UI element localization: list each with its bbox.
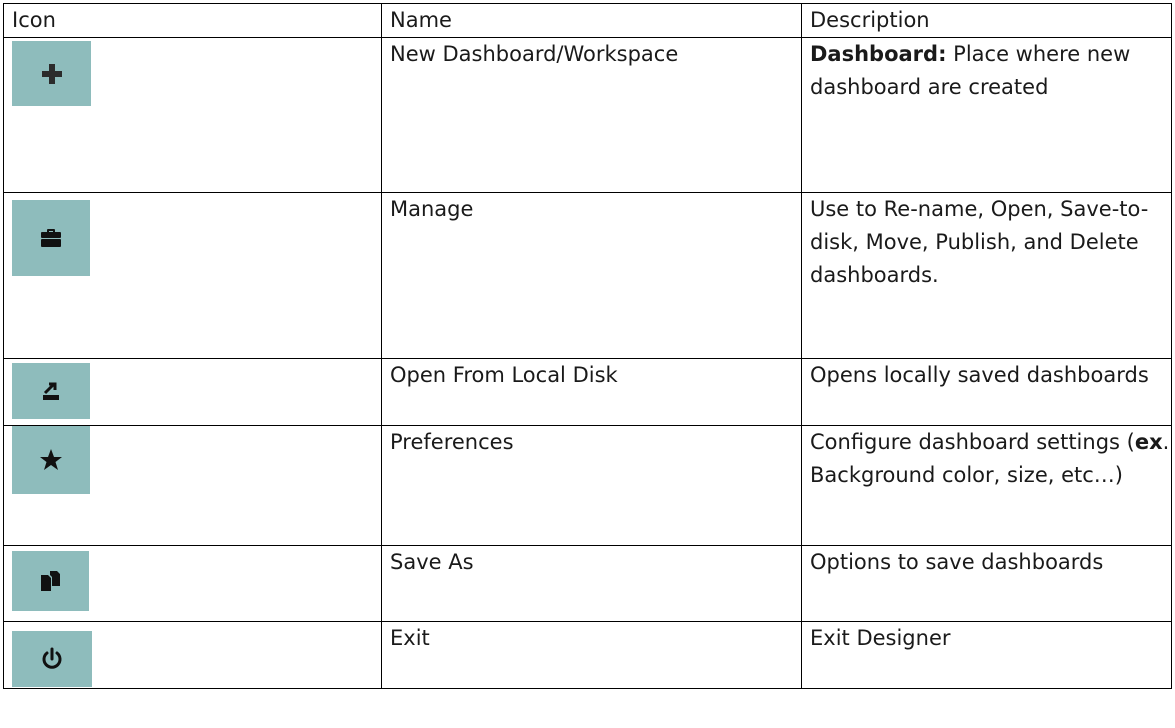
icon-cell [3, 358, 382, 426]
table-row: Open From Local Disk Opens locally saved… [3, 358, 1172, 426]
row-description: Configure dashboard settings (ex. Backgr… [801, 425, 1172, 546]
row-name: Exit [381, 621, 802, 689]
open-from-disk-button[interactable] [12, 363, 90, 419]
icon-cell [3, 37, 382, 193]
desc-prefix: Configure dashboard settings ( [810, 430, 1135, 454]
save-as-button[interactable] [12, 551, 89, 611]
icon-cell [3, 545, 382, 622]
header-description: Description [801, 3, 1172, 38]
row-name: Manage [381, 192, 802, 359]
row-description: Use to Re-name, Open, Save-to-disk, Move… [801, 192, 1172, 359]
row-name: Open From Local Disk [381, 358, 802, 426]
row-name: Save As [381, 545, 802, 622]
table-row: Exit Exit Designer [3, 621, 1172, 689]
row-description: Exit Designer [801, 621, 1172, 689]
icon-reference-table: Icon Name Description New Dashboard/Work… [3, 3, 1172, 689]
new-dashboard-button[interactable] [12, 41, 91, 106]
table-header-row: Icon Name Description [3, 3, 1172, 38]
power-icon [42, 647, 62, 669]
row-description: Opens locally saved dashboards [801, 358, 1172, 426]
copy-files-icon [40, 571, 60, 591]
desc-bold-label: ex [1134, 430, 1163, 454]
star-icon [40, 449, 62, 470]
row-name: Preferences [381, 425, 802, 546]
icon-cell [3, 192, 382, 359]
desc-bold-label: Dashboard: [810, 42, 947, 66]
table-row: Save As Options to save dashboards [3, 545, 1172, 622]
icon-cell [3, 425, 382, 546]
row-description: Dashboard: Place where new dashboard are… [801, 37, 1172, 193]
header-icon: Icon [3, 3, 382, 38]
manage-button[interactable] [12, 200, 90, 276]
icon-cell [3, 621, 382, 689]
header-name: Name [381, 3, 802, 38]
exit-button[interactable] [12, 631, 92, 687]
briefcase-icon [41, 229, 61, 247]
row-description: Options to save dashboards [801, 545, 1172, 622]
table-row: Preferences Configure dashboard settings… [3, 425, 1172, 546]
table-row: New Dashboard/Workspace Dashboard: Place… [3, 37, 1172, 193]
preferences-button[interactable] [12, 426, 90, 494]
open-from-disk-icon [43, 382, 59, 400]
plus-icon [41, 63, 62, 84]
table-row: Manage Use to Re-name, Open, Save-to-dis… [3, 192, 1172, 359]
row-name: New Dashboard/Workspace [381, 37, 802, 193]
